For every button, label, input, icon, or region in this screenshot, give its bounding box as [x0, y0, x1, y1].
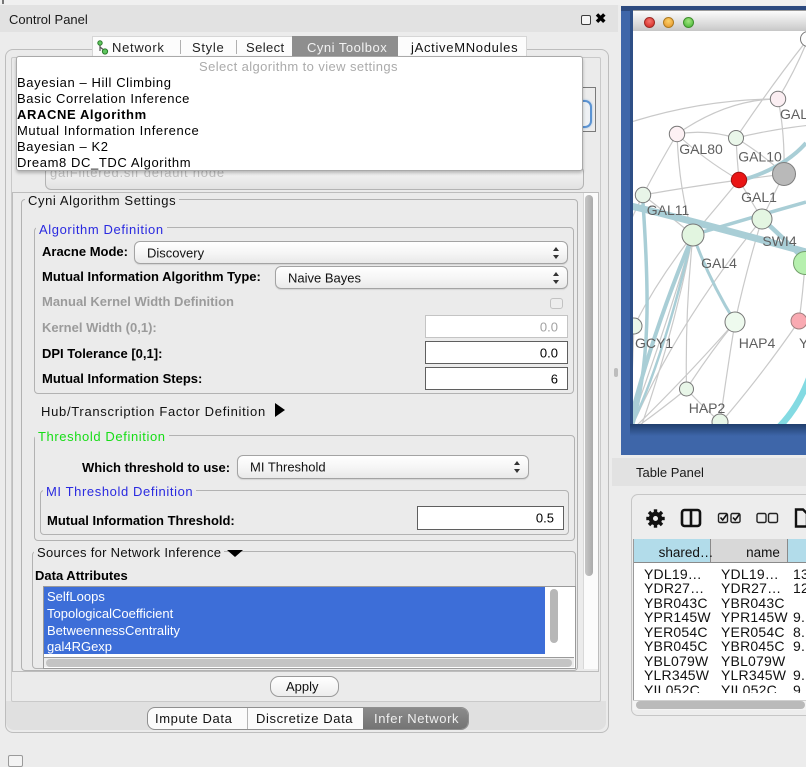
svg-text:YEL: YEL: [799, 335, 806, 351]
svg-text:GAL11: GAL11: [647, 202, 690, 218]
svg-text:GAL2: GAL2: [780, 106, 806, 122]
svg-text:HAP2: HAP2: [689, 400, 726, 416]
svg-text:GAL4: GAL4: [701, 255, 737, 271]
svg-text:SWI4: SWI4: [762, 233, 796, 249]
svg-text:GCY1: GCY1: [635, 335, 673, 351]
svg-text:GAL80: GAL80: [679, 141, 723, 157]
svg-text:HAP4: HAP4: [739, 335, 776, 351]
svg-text:GAL10: GAL10: [738, 149, 782, 165]
svg-text:GAL1: GAL1: [741, 189, 777, 205]
